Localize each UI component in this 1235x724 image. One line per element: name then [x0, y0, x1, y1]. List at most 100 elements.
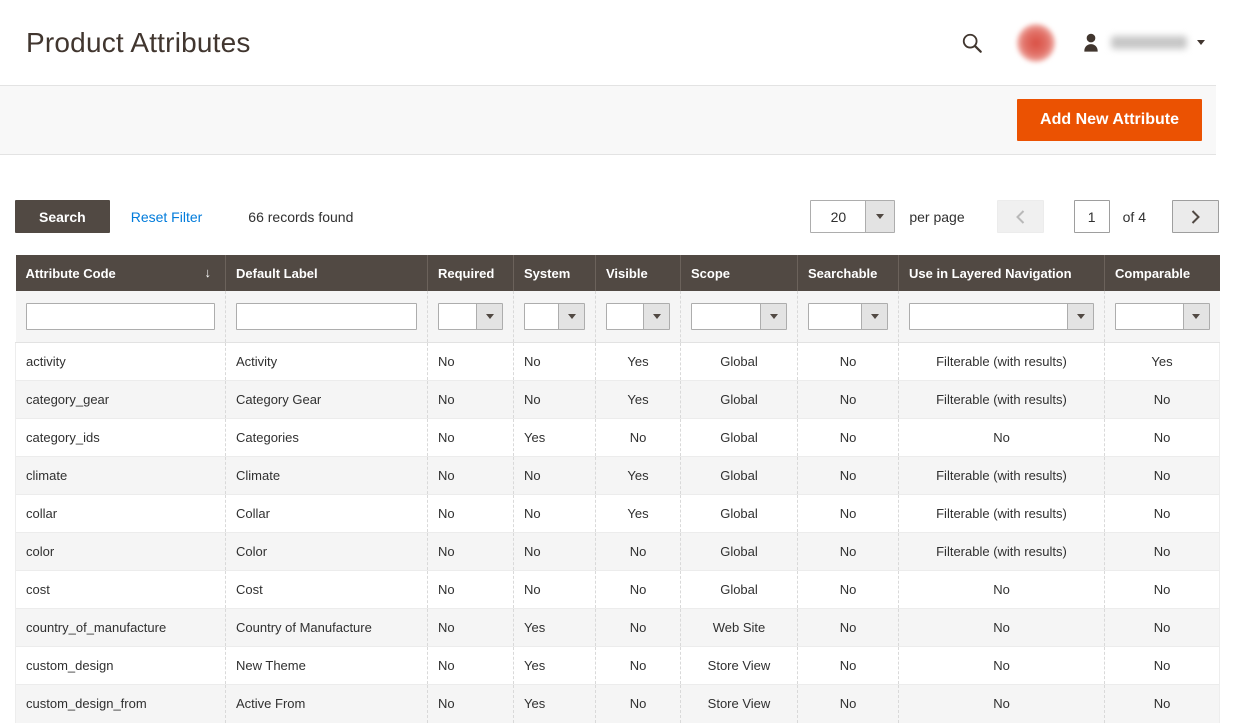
cell-scope: Global [681, 419, 798, 457]
search-button[interactable]: Search [15, 200, 110, 233]
search-icon[interactable] [961, 32, 983, 54]
header-actions [961, 24, 1205, 62]
records-found-text: 66 records found [248, 209, 353, 225]
cell-default_label: Category Gear [226, 381, 428, 419]
reset-filter-link[interactable]: Reset Filter [131, 209, 203, 225]
sort-descending-icon: ↓ [205, 265, 212, 280]
filter-select-arrow [1183, 304, 1209, 329]
cell-use_in_layered_navigation: No [899, 609, 1105, 647]
column-header-searchable[interactable]: Searchable [798, 255, 899, 291]
table-row[interactable]: category_idsCategoriesNoYesNoGlobalNoNoN… [16, 419, 1220, 457]
cell-default_label: Collar [226, 495, 428, 533]
global-header: Product Attributes [0, 0, 1235, 85]
cell-required: No [428, 419, 514, 457]
column-header-attribute_code[interactable]: Attribute Code↓ [16, 255, 226, 291]
admin-account-menu[interactable] [1081, 32, 1205, 53]
filter-select-visible[interactable] [606, 303, 670, 330]
column-header-comparable[interactable]: Comparable [1105, 255, 1220, 291]
cell-scope: Global [681, 381, 798, 419]
table-row[interactable]: custom_designNew ThemeNoYesNoStore ViewN… [16, 647, 1220, 685]
cell-required: No [428, 381, 514, 419]
column-header-use_in_layered_navigation[interactable]: Use in Layered Navigation [899, 255, 1105, 291]
per-page-select[interactable]: 20 [810, 200, 895, 233]
filter-select-comparable[interactable] [1115, 303, 1210, 330]
cell-comparable: No [1105, 381, 1220, 419]
cell-attribute_code: category_ids [16, 419, 226, 457]
chevron-right-icon [1191, 210, 1200, 224]
filter-select-scope[interactable] [691, 303, 787, 330]
triangle-down-icon [486, 314, 494, 319]
column-header-system[interactable]: System [514, 255, 596, 291]
cell-searchable: No [798, 495, 899, 533]
cell-scope: Global [681, 343, 798, 381]
cell-comparable: No [1105, 495, 1220, 533]
add-new-attribute-button[interactable]: Add New Attribute [1017, 99, 1202, 141]
current-page-input[interactable] [1074, 200, 1110, 233]
table-row[interactable]: activityActivityNoNoYesGlobalNoFilterabl… [16, 343, 1220, 381]
per-page-select-arrow [865, 201, 894, 232]
column-header-visible[interactable]: Visible [596, 255, 681, 291]
filter-select-system[interactable] [524, 303, 585, 330]
cell-visible: No [596, 647, 681, 685]
table-row[interactable]: costCostNoNoNoGlobalNoNoNo [16, 571, 1220, 609]
cell-searchable: No [798, 647, 899, 685]
filter-input-default_label[interactable] [236, 303, 417, 330]
filter-input-attribute_code[interactable] [26, 303, 216, 330]
triangle-down-icon [1192, 314, 1200, 319]
filter-select-required[interactable] [438, 303, 503, 330]
column-header-scope[interactable]: Scope [681, 255, 798, 291]
table-row[interactable]: country_of_manufactureCountry of Manufac… [16, 609, 1220, 647]
cell-default_label: New Theme [226, 647, 428, 685]
column-header-default_label[interactable]: Default Label [226, 255, 428, 291]
cell-system: No [514, 533, 596, 571]
table-row[interactable]: collarCollarNoNoYesGlobalNoFilterable (w… [16, 495, 1220, 533]
cell-use_in_layered_navigation: No [899, 685, 1105, 723]
filter-select-value [525, 304, 558, 329]
filter-select-arrow [643, 304, 669, 329]
per-page-label: per page [909, 209, 964, 225]
table-row[interactable]: custom_design_fromActive FromNoYesNoStor… [16, 685, 1220, 723]
table-row[interactable]: category_gearCategory GearNoNoYesGlobalN… [16, 381, 1220, 419]
table-row[interactable]: climateClimateNoNoYesGlobalNoFilterable … [16, 457, 1220, 495]
cell-visible: Yes [596, 495, 681, 533]
cell-required: No [428, 647, 514, 685]
cell-default_label: Cost [226, 571, 428, 609]
cell-visible: Yes [596, 457, 681, 495]
cell-visible: Yes [596, 343, 681, 381]
filter-select-value [692, 304, 760, 329]
filter-cell-comparable [1105, 291, 1220, 343]
cell-system: No [514, 381, 596, 419]
filter-cell-use_in_layered_navigation [899, 291, 1105, 343]
attributes-grid: Attribute Code↓Default LabelRequiredSyst… [15, 255, 1219, 723]
next-page-button[interactable] [1172, 200, 1219, 233]
cell-comparable: No [1105, 609, 1220, 647]
filter-select-arrow [1067, 304, 1093, 329]
filter-select-use_in_layered_navigation[interactable] [909, 303, 1094, 330]
cell-system: No [514, 495, 596, 533]
per-page-value: 20 [811, 201, 865, 232]
cell-attribute_code: color [16, 533, 226, 571]
cell-system: Yes [514, 609, 596, 647]
total-pages-label: of 4 [1123, 209, 1146, 225]
filter-cell-system [514, 291, 596, 343]
filter-select-value [910, 304, 1067, 329]
cell-comparable: No [1105, 533, 1220, 571]
triangle-down-icon [871, 314, 879, 319]
table-row[interactable]: colorColorNoNoNoGlobalNoFilterable (with… [16, 533, 1220, 571]
cell-comparable: No [1105, 685, 1220, 723]
cell-use_in_layered_navigation: Filterable (with results) [899, 381, 1105, 419]
cell-default_label: Categories [226, 419, 428, 457]
cell-required: No [428, 495, 514, 533]
cell-use_in_layered_navigation: Filterable (with results) [899, 343, 1105, 381]
cell-default_label: Active From [226, 685, 428, 723]
filter-select-searchable[interactable] [808, 303, 888, 330]
cell-scope: Global [681, 571, 798, 609]
cell-required: No [428, 609, 514, 647]
previous-page-button[interactable] [997, 200, 1044, 233]
cell-comparable: No [1105, 571, 1220, 609]
store-avatar-blurred[interactable] [1017, 24, 1055, 62]
column-header-required[interactable]: Required [428, 255, 514, 291]
cell-scope: Global [681, 457, 798, 495]
cell-attribute_code: climate [16, 457, 226, 495]
filter-select-value [1116, 304, 1183, 329]
